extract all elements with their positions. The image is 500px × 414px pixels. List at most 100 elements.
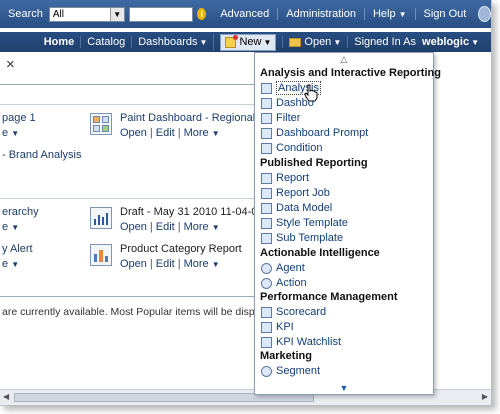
kpi-watchlist-icon bbox=[261, 336, 272, 348]
menu-section-header: Actionable Intelligence bbox=[260, 247, 380, 259]
menu-item-condition[interactable]: Condition bbox=[261, 141, 322, 155]
dashboard-icon bbox=[261, 97, 272, 109]
more-label: e bbox=[2, 127, 9, 139]
chevron-down-icon: ▼ bbox=[398, 10, 407, 19]
close-icon[interactable]: × bbox=[6, 56, 15, 73]
recent-item-title-3[interactable]: Product Category Report bbox=[120, 243, 242, 255]
new-menu-button[interactable]: New ▼ bbox=[220, 33, 277, 51]
open-label: Open bbox=[304, 36, 332, 48]
divider bbox=[0, 296, 254, 297]
more-link[interactable]: More bbox=[184, 258, 209, 270]
open-link[interactable]: Open bbox=[120, 221, 147, 233]
more-menu-left-1[interactable]: e ▼ bbox=[2, 127, 19, 139]
help-menu[interactable]: Help ▼ bbox=[363, 8, 415, 20]
menu-scroll-down-icon[interactable]: ▼ bbox=[255, 383, 433, 393]
dashboard-thumbnail-icon bbox=[90, 113, 112, 135]
menu-item-label: Action bbox=[276, 277, 307, 289]
open-menu[interactable]: Open ▼ bbox=[282, 36, 347, 48]
recent-item-left-2[interactable]: - Brand Analysis bbox=[2, 149, 81, 161]
menu-item-data-model[interactable]: Data Model bbox=[261, 201, 332, 215]
open-link[interactable]: Open bbox=[120, 127, 147, 139]
menu-item-kpi-watchlist[interactable]: KPI Watchlist bbox=[261, 335, 341, 349]
agent-icon bbox=[261, 262, 272, 274]
chevron-down-icon: ▼ bbox=[199, 38, 208, 47]
administration-link[interactable]: Administration bbox=[277, 8, 364, 20]
menu-item-label: KPI bbox=[276, 321, 294, 333]
recent-item-left-3[interactable]: erarchy bbox=[2, 206, 39, 218]
edit-link[interactable]: Edit bbox=[156, 127, 175, 139]
menu-item-sub-template[interactable]: Sub Template bbox=[261, 231, 343, 245]
chevron-down-icon: ▼ bbox=[471, 38, 479, 47]
chevron-down-icon: ▼ bbox=[211, 260, 220, 269]
style-template-icon bbox=[261, 217, 272, 229]
home-link[interactable]: Home bbox=[38, 36, 81, 48]
more-menu-left-4[interactable]: e ▼ bbox=[2, 258, 19, 270]
report-job-icon bbox=[261, 187, 272, 199]
menu-scroll-up-icon[interactable]: △ bbox=[255, 54, 433, 65]
more-label: e bbox=[2, 221, 9, 233]
edit-link[interactable]: Edit bbox=[156, 258, 175, 270]
analysis-icon bbox=[261, 82, 272, 94]
global-header: Search All ▼ i Advanced Administration H… bbox=[0, 0, 491, 28]
more-link[interactable]: More bbox=[184, 127, 209, 139]
menu-item-label: Filter bbox=[276, 112, 301, 124]
recent-item-left-4[interactable]: y Alert bbox=[2, 243, 33, 255]
action-gear-icon bbox=[261, 277, 272, 289]
scroll-left-icon[interactable]: ◀ bbox=[3, 392, 9, 401]
menu-item-label: Sub Template bbox=[276, 232, 344, 244]
sign-out-link[interactable]: Sign Out bbox=[414, 8, 475, 20]
recent-item-title-2[interactable]: Draft - May 31 2010 11-04-03... bbox=[120, 206, 273, 218]
catalog-link[interactable]: Catalog bbox=[80, 36, 131, 48]
dashboard-prompt-icon bbox=[261, 127, 272, 139]
more-menu-left-3[interactable]: e ▼ bbox=[2, 221, 19, 233]
divider bbox=[0, 84, 254, 85]
chevron-down-icon: ▼ bbox=[211, 129, 220, 138]
search-scope-value: All bbox=[52, 8, 64, 20]
dashboards-menu[interactable]: Dashboards ▼ bbox=[131, 36, 213, 48]
more-label: e bbox=[2, 258, 9, 270]
advanced-link[interactable]: Advanced bbox=[212, 8, 277, 20]
search-label: Search bbox=[8, 8, 43, 20]
new-menu-wrap: New ▼ bbox=[213, 33, 282, 51]
chevron-down-icon: ▼ bbox=[211, 223, 220, 232]
edit-link[interactable]: Edit bbox=[156, 221, 175, 233]
menu-item-agent[interactable]: Agent bbox=[261, 261, 305, 275]
chevron-down-icon: ▼ bbox=[263, 37, 272, 47]
menu-item-label: Condition bbox=[276, 142, 323, 154]
divider bbox=[0, 104, 254, 105]
search-go-icon[interactable]: i bbox=[197, 8, 207, 20]
scroll-right-icon[interactable]: ▶ bbox=[482, 392, 488, 401]
menu-item-label: Agent bbox=[276, 262, 305, 274]
menu-item-report[interactable]: Report bbox=[261, 171, 309, 185]
user-menu[interactable]: weblogic ▼ bbox=[422, 36, 485, 48]
analysis-thumbnail-icon bbox=[90, 244, 112, 266]
menu-item-style-template[interactable]: Style Template bbox=[261, 216, 348, 230]
recent-item-actions-1: Open | Edit | More ▼ bbox=[120, 127, 220, 139]
menu-item-label: Dashboard Prompt bbox=[276, 127, 369, 139]
signed-in-label: Signed In As bbox=[347, 36, 422, 48]
recent-item-actions-3: Open | Edit | More ▼ bbox=[120, 258, 220, 270]
menu-item-action[interactable]: Action bbox=[261, 276, 307, 290]
new-label: New bbox=[239, 36, 262, 48]
menu-item-segment[interactable]: Segment bbox=[261, 364, 320, 378]
menu-item-kpi[interactable]: KPI bbox=[261, 320, 294, 334]
search-scope-select[interactable]: All ▼ bbox=[48, 6, 125, 22]
menu-item-report-job[interactable]: Report Job bbox=[261, 186, 330, 200]
recent-item-left-1[interactable]: page 1 bbox=[2, 112, 36, 124]
menu-item-label: Report Job bbox=[276, 187, 330, 199]
menu-section-header: Marketing bbox=[260, 350, 312, 362]
search-input[interactable] bbox=[128, 6, 194, 22]
user-name: weblogic bbox=[422, 36, 470, 48]
filter-icon bbox=[261, 112, 272, 124]
chevron-down-icon[interactable]: ▼ bbox=[109, 7, 124, 21]
more-link[interactable]: More bbox=[184, 221, 209, 233]
menu-item-filter[interactable]: Filter bbox=[261, 111, 300, 125]
data-model-icon bbox=[261, 202, 272, 214]
menu-item-label: Scorecard bbox=[276, 306, 327, 318]
popular-items-message: are currently available. Most Popular it… bbox=[2, 306, 295, 318]
open-link[interactable]: Open bbox=[120, 258, 147, 270]
main-navbar: Home Catalog Dashboards ▼ New ▼ Open ▼ Sig… bbox=[0, 32, 491, 52]
menu-item-label: KPI Watchlist bbox=[276, 336, 341, 348]
menu-item-scorecard[interactable]: Scorecard bbox=[261, 305, 326, 319]
menu-item-dashboard-prompt[interactable]: Dashboard Prompt bbox=[261, 126, 368, 140]
